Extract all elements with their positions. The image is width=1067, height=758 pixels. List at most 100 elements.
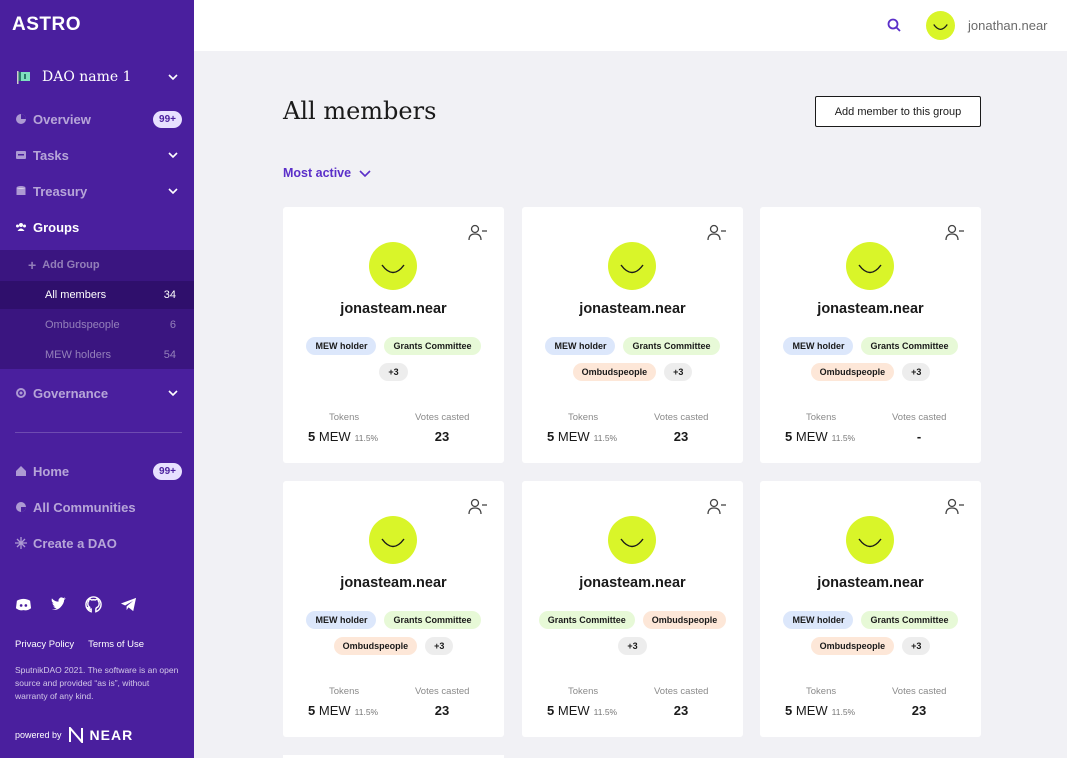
sidebar-item-label: Governance [33, 385, 109, 401]
group-tag: Ombudspeople [333, 637, 418, 655]
group-tag: MEW holder [783, 611, 854, 629]
member-card[interactable]: jonasteam.near MEW holder Grants Committe… [522, 207, 743, 463]
member-card[interactable]: jonasteam.near MEW holder Grants Committe… [283, 481, 504, 737]
remove-user-icon[interactable] [945, 224, 965, 241]
votes-label: Votes casted [415, 686, 470, 697]
token-unit: MEW [557, 429, 590, 444]
token-amount: 5 [547, 703, 555, 718]
group-tag: Grants Committee [861, 337, 958, 355]
sidebar-item-treasury[interactable]: Treasury [0, 176, 194, 206]
member-name: jonasteam.near [817, 575, 924, 591]
member-name: jonasteam.near [579, 301, 686, 317]
page-title: All members [283, 97, 437, 125]
top-header: jonathan.near [194, 0, 1067, 51]
social-links [15, 596, 137, 613]
tasks-icon [16, 151, 26, 159]
votes-label: Votes casted [892, 686, 947, 697]
sidebar-item-label: Home [33, 463, 70, 479]
tokens-label: Tokens [806, 686, 837, 697]
sidebar-item-tasks[interactable]: Tasks [0, 140, 194, 170]
token-amount: 5 [547, 429, 555, 444]
legal-links: Privacy Policy Terms of Use [15, 639, 144, 650]
member-card[interactable]: jonasteam.near MEW holder Grants Committe… [760, 207, 981, 463]
tokens-label: Tokens [568, 412, 599, 423]
discord-icon[interactable] [15, 596, 32, 613]
sidebar-item-label: Create a DAO [33, 535, 117, 551]
token-amount: 5 [785, 703, 793, 718]
token-percent: 11.5% [831, 433, 856, 443]
tokens-value: 5 MEW 11.5% [785, 429, 855, 444]
member-card[interactable]: jonasteam.near Grants Committee Ombudspeo… [522, 481, 743, 737]
near-logo-text: NEAR [89, 727, 134, 743]
group-tag: MEW holder [306, 337, 377, 355]
group-tag[interactable]: +3 [425, 637, 454, 655]
remove-user-icon[interactable] [468, 224, 488, 241]
sidebar-item-overview[interactable]: Overview 99+ [0, 104, 194, 134]
member-card[interactable]: jonasteam.near MEW holder Grants Committe… [283, 207, 504, 463]
votes-label: Votes casted [415, 412, 470, 423]
group-tag: Ombudspeople [810, 363, 895, 381]
sidebar-item-label: Treasury [33, 183, 88, 199]
user-avatar[interactable] [926, 11, 955, 40]
terms-of-use-link[interactable]: Terms of Use [88, 639, 144, 650]
add-group-button[interactable]: + Add Group [0, 251, 194, 279]
dao-name: DAO name 1 [42, 69, 132, 85]
token-percent: 11.5% [354, 433, 379, 443]
token-unit: MEW [318, 429, 351, 444]
sidebar-item-home[interactable]: Home 99+ [0, 456, 194, 486]
token-percent: 11.5% [593, 433, 618, 443]
token-unit: MEW [795, 703, 828, 718]
submenu-item-mew-holders[interactable]: MEW holders 54 [0, 341, 194, 369]
group-tag[interactable]: +3 [379, 363, 408, 381]
username[interactable]: jonathan.near [968, 18, 1048, 33]
search-icon[interactable] [886, 17, 902, 33]
sidebar-item-groups[interactable]: Groups [0, 212, 194, 242]
groups-submenu: + Add Group All members 34 Ombudspeople … [0, 250, 194, 369]
tokens-label: Tokens [329, 686, 360, 697]
astro-logo[interactable]: ASTRO [12, 14, 81, 36]
remove-user-icon[interactable] [468, 498, 488, 515]
submenu-item-ombudspeople[interactable]: Ombudspeople 6 [0, 311, 194, 339]
github-icon[interactable] [85, 596, 102, 613]
chevron-down-icon [168, 390, 178, 397]
tokens-value: 5 MEW 11.5% [308, 703, 378, 718]
sidebar-item-governance[interactable]: Governance [0, 378, 194, 408]
tokens-value: 5 MEW 11.5% [547, 703, 617, 718]
sparkle-icon [15, 537, 27, 549]
group-tag[interactable]: +3 [618, 637, 647, 655]
group-tag[interactable]: +3 [902, 363, 931, 381]
group-tag[interactable]: +3 [902, 637, 931, 655]
member-avatar [369, 242, 417, 290]
member-avatar [846, 516, 894, 564]
member-name: jonasteam.near [340, 575, 447, 591]
tokens-value: 5 MEW 11.5% [547, 429, 617, 444]
group-tag[interactable]: +3 [664, 363, 693, 381]
telegram-icon[interactable] [120, 596, 137, 613]
submenu-item-all-members[interactable]: All members 34 [0, 281, 194, 309]
group-tag: Grants Committee [861, 611, 958, 629]
group-tags: Grants Committee Ombudspeople +3 [532, 611, 733, 655]
group-tag: Grants Committee [384, 337, 481, 355]
token-unit: MEW [318, 703, 351, 718]
add-group-label: Add Group [42, 259, 100, 271]
sidebar-item-create-dao[interactable]: Create a DAO [0, 528, 194, 558]
remove-user-icon[interactable] [707, 498, 727, 515]
remove-user-icon[interactable] [707, 224, 727, 241]
member-card[interactable]: jonasteam.near MEW holder Grants Committe… [760, 481, 981, 737]
twitter-icon[interactable] [50, 596, 67, 613]
dao-selector[interactable]: DAO name 1 [0, 62, 194, 92]
token-unit: MEW [557, 703, 590, 718]
sidebar-item-all-communities[interactable]: All Communities [0, 492, 194, 522]
remove-user-icon[interactable] [945, 498, 965, 515]
member-count: 34 [163, 289, 176, 301]
votes-value: 23 [434, 703, 450, 718]
token-amount: 5 [785, 429, 793, 444]
member-name: jonasteam.near [817, 301, 924, 317]
votes-value: - [916, 429, 922, 444]
sort-dropdown[interactable]: Most active [283, 166, 371, 180]
gear-icon [16, 388, 26, 398]
add-member-button[interactable]: Add member to this group [815, 96, 981, 127]
member-name: jonasteam.near [579, 575, 686, 591]
database-icon [16, 186, 26, 195]
privacy-policy-link[interactable]: Privacy Policy [15, 639, 74, 650]
